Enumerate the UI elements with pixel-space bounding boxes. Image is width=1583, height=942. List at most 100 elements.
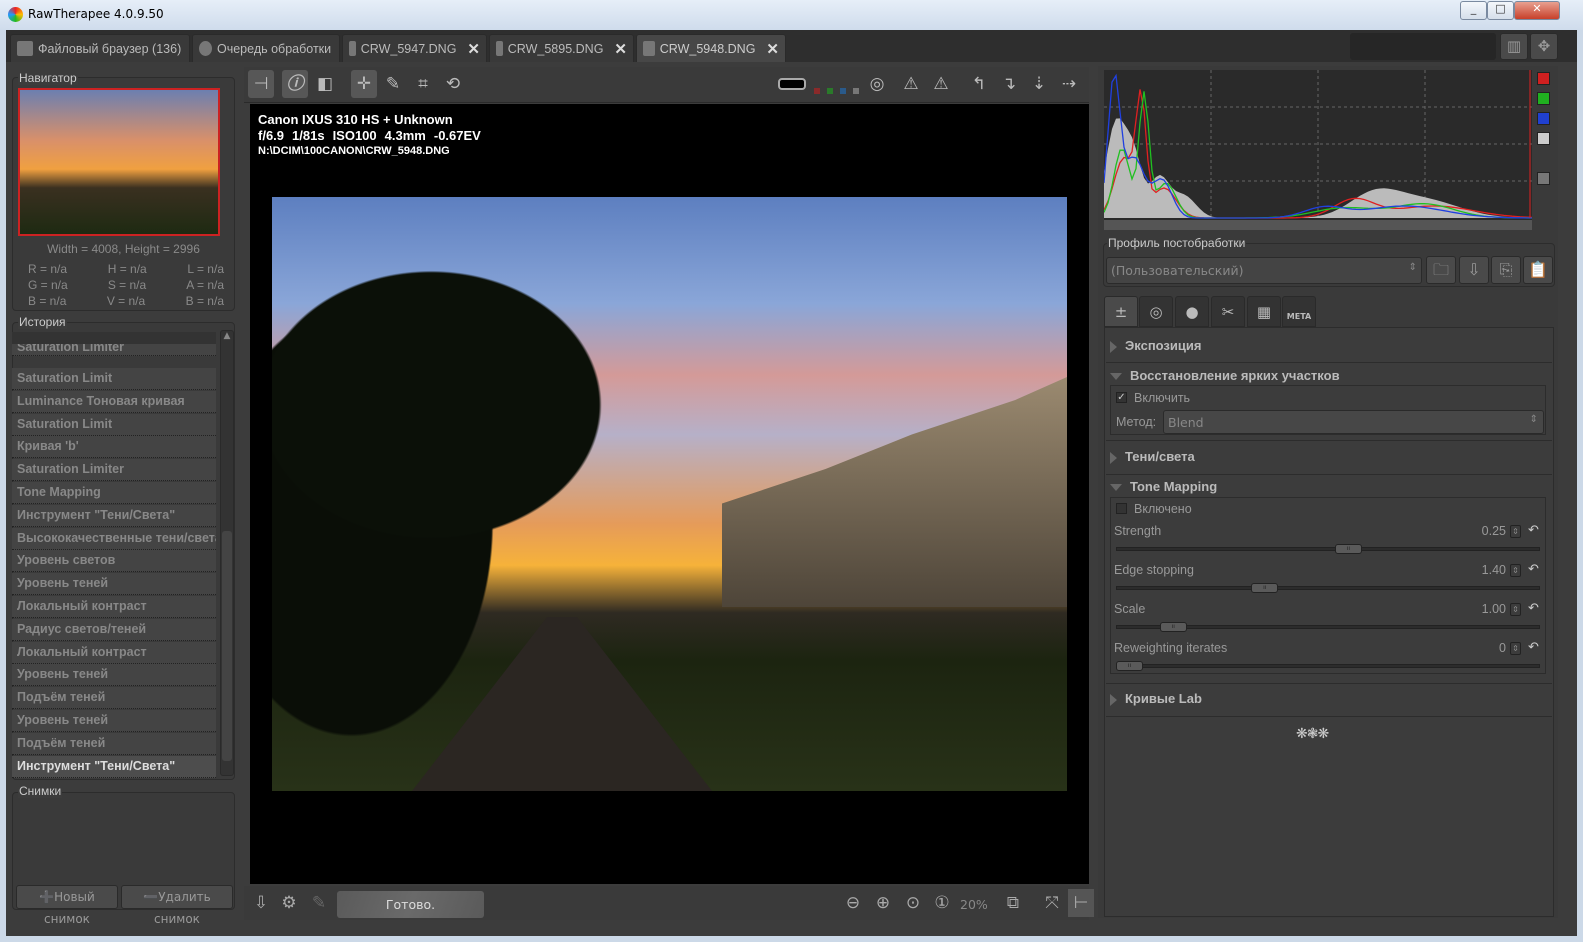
- tab-file-browser[interactable]: Файловый браузер (136): [10, 34, 190, 62]
- slider-handle[interactable]: ıı: [1251, 583, 1279, 593]
- history-item[interactable]: Saturation Limit: [12, 368, 216, 390]
- section-exposure[interactable]: Экспозиция: [1110, 338, 1548, 353]
- close-tab-icon[interactable]: ✕: [614, 40, 627, 58]
- scrollbar-thumb[interactable]: [222, 531, 232, 761]
- open-profile-button[interactable]: 🗀: [1426, 256, 1456, 284]
- profile-select[interactable]: (Пользовательский) ⇕: [1106, 257, 1422, 284]
- history-item[interactable]: Уровень теней: [12, 710, 216, 732]
- photo-preview[interactable]: [272, 197, 1067, 791]
- new-snapshot-button[interactable]: ➕Новый снимок: [16, 885, 118, 926]
- hist-blue-toggle[interactable]: [1537, 112, 1550, 125]
- history-item[interactable]: Saturation Limiter: [12, 344, 216, 356]
- slider-value[interactable]: 1.40: [1446, 563, 1506, 577]
- history-item[interactable]: Радиус светов/теней: [12, 618, 216, 641]
- hist-bar-toggle[interactable]: [1537, 172, 1550, 185]
- tab-crw-5895[interactable]: CRW_5895.DNG ✕: [489, 34, 634, 62]
- luminance-channel-icon[interactable]: [853, 88, 859, 94]
- highlight-clip-warning-icon[interactable]: ⚠: [898, 70, 924, 98]
- zoom-out-icon[interactable]: ⊖: [840, 889, 866, 917]
- spin-button-icon[interactable]: ⇕: [1510, 642, 1521, 655]
- flip-vertical-icon[interactable]: ⇣: [1026, 70, 1052, 98]
- history-item[interactable]: Локальный контраст: [12, 641, 216, 664]
- history-item[interactable]: Инструмент "Тени/Света": [12, 755, 216, 778]
- fullscreen-view-icon[interactable]: ⤧: [1039, 889, 1065, 917]
- shadow-clip-warning-icon[interactable]: ⚠: [928, 70, 954, 98]
- tab-crw-5947[interactable]: CRW_5947.DNG ✕: [342, 34, 487, 62]
- history-item[interactable]: Уровень светов: [12, 550, 216, 573]
- history-item[interactable]: Saturation Limiter: [12, 459, 216, 482]
- history-item[interactable]: Tone Mapping: [12, 482, 216, 504]
- section-tone-mapping[interactable]: Tone Mapping: [1110, 479, 1548, 494]
- tab-color[interactable]: ●: [1175, 296, 1209, 327]
- history-item[interactable]: Уровень теней: [12, 573, 216, 596]
- new-detail-window-icon[interactable]: ⧉: [1000, 889, 1026, 917]
- green-channel-icon[interactable]: [827, 88, 833, 94]
- slider-value[interactable]: 0: [1446, 641, 1506, 655]
- focus-mask-icon[interactable]: ◎: [864, 70, 890, 98]
- history-item[interactable]: Подъём теней: [12, 732, 216, 755]
- history-item[interactable]: Инструмент "Тени/Света": [12, 504, 216, 527]
- method-select[interactable]: Blend ⇕: [1163, 410, 1544, 434]
- scroll-up-icon[interactable]: ▲: [221, 331, 233, 345]
- slider-value[interactable]: 1.00: [1446, 602, 1506, 616]
- rotate-left-icon[interactable]: ↰: [966, 70, 992, 98]
- red-channel-icon[interactable]: [814, 88, 820, 94]
- layout-icon[interactable]: ▥: [1500, 33, 1528, 60]
- save-profile-button[interactable]: ⇩: [1459, 256, 1489, 284]
- hide-left-panel-icon[interactable]: ⊣: [248, 70, 274, 98]
- reset-icon[interactable]: ↶: [1528, 523, 1539, 538]
- flip-horizontal-icon[interactable]: ⇢: [1056, 70, 1082, 98]
- spin-button-icon[interactable]: ⇕: [1510, 525, 1521, 538]
- copy-profile-button[interactable]: ⎘: [1491, 256, 1521, 284]
- tab-exposure[interactable]: ±: [1104, 296, 1138, 327]
- hist-green-toggle[interactable]: [1537, 92, 1550, 105]
- tab-transform[interactable]: ✂: [1211, 296, 1245, 327]
- close-tab-icon[interactable]: ✕: [766, 40, 779, 58]
- reset-icon[interactable]: ↶: [1528, 562, 1539, 577]
- history-item[interactable]: Saturation Limit: [12, 413, 216, 436]
- spin-button-icon[interactable]: ⇕: [1510, 603, 1521, 616]
- tab-queue[interactable]: Очередь обработки: [192, 34, 340, 62]
- history-item[interactable]: Высококачественные тени/света: [12, 527, 216, 550]
- preview-bg-icon[interactable]: [778, 78, 806, 90]
- slider-track[interactable]: [1116, 664, 1540, 668]
- tab-raw[interactable]: ▦: [1247, 296, 1281, 327]
- history-item[interactable]: Кривая 'b': [12, 436, 216, 459]
- history-item[interactable]: Уровень теней: [12, 664, 216, 687]
- section-highlight-recovery[interactable]: Восстановление ярких участков: [1110, 368, 1548, 383]
- reset-icon[interactable]: ↶: [1528, 601, 1539, 616]
- zoom-100-icon[interactable]: ①: [929, 889, 955, 917]
- slider-track[interactable]: [1116, 547, 1540, 551]
- info-icon[interactable]: ⓘ: [282, 70, 308, 98]
- white-balance-picker-icon[interactable]: ✎: [380, 70, 406, 98]
- reset-icon[interactable]: ↶: [1528, 640, 1539, 655]
- slider-value[interactable]: 0.25: [1446, 524, 1506, 538]
- crop-icon[interactable]: ⌗: [410, 70, 436, 98]
- close-tab-icon[interactable]: ✕: [467, 40, 480, 58]
- spin-button-icon[interactable]: ⇕: [1510, 564, 1521, 577]
- zoom-in-icon[interactable]: ⊕: [870, 889, 896, 917]
- tab-metadata[interactable]: META: [1282, 296, 1316, 327]
- minimize-button[interactable]: _: [1460, 1, 1487, 20]
- save-icon[interactable]: ⇩: [248, 889, 274, 917]
- rotate-right-icon[interactable]: ↴: [996, 70, 1022, 98]
- slider-handle[interactable]: ıı: [1159, 622, 1187, 632]
- hide-right-panel-icon[interactable]: ⊢: [1068, 889, 1094, 917]
- hist-red-toggle[interactable]: [1537, 72, 1550, 85]
- delete-snapshot-button[interactable]: ➖Удалить снимок: [121, 885, 233, 926]
- navigator-preview[interactable]: [18, 88, 220, 236]
- slider-track[interactable]: [1116, 586, 1540, 590]
- tab-detail[interactable]: ◎: [1139, 296, 1173, 327]
- history-item[interactable]: Локальный контраст: [12, 596, 216, 618]
- zoom-fit-icon[interactable]: ⊙: [900, 889, 926, 917]
- history-item[interactable]: Luminance Тоновая кривая: [12, 390, 216, 413]
- slider-handle[interactable]: ıı: [1334, 544, 1362, 554]
- highlight-enable-checkbox[interactable]: ✓: [1116, 392, 1127, 403]
- blue-channel-icon[interactable]: [840, 88, 846, 94]
- close-button[interactable]: ✕: [1514, 1, 1560, 20]
- slider-handle[interactable]: ıı: [1116, 661, 1143, 671]
- tone-mapping-enable-checkbox[interactable]: [1116, 503, 1127, 514]
- before-after-icon[interactable]: ◧: [312, 70, 338, 98]
- tab-crw-5948[interactable]: CRW_5948.DNG ✕: [636, 34, 786, 62]
- maximize-button[interactable]: □: [1487, 1, 1514, 20]
